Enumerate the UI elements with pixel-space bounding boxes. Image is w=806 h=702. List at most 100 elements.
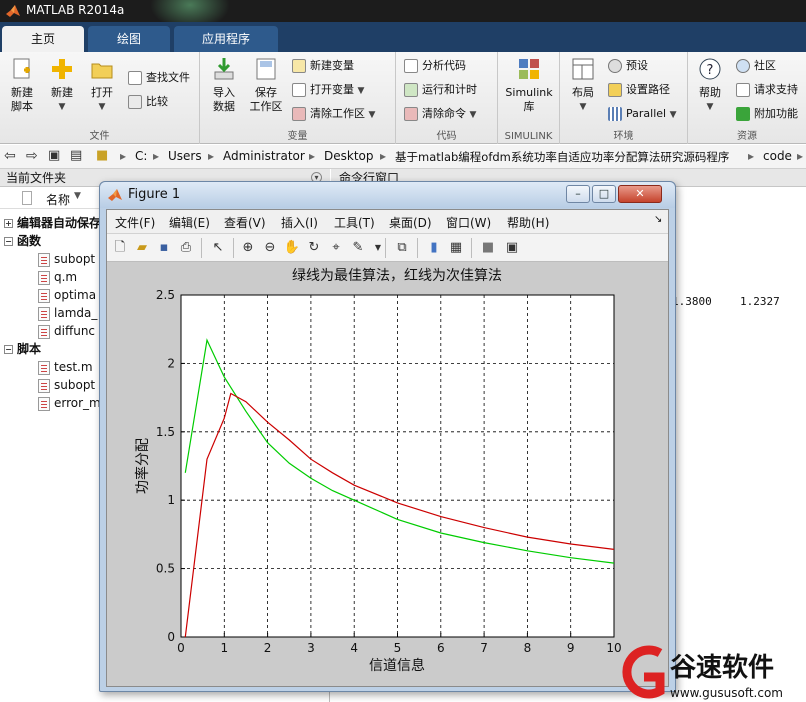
save-icon[interactable]: ▪	[155, 239, 173, 257]
browse-folder-icon[interactable]: ▤	[70, 148, 82, 163]
parallel-button[interactable]: Parallel ▼	[608, 104, 677, 124]
file-column-icon	[22, 191, 32, 205]
minimize-button[interactable]: –	[566, 185, 590, 203]
import-data-button[interactable]: 导入 数据	[206, 56, 242, 114]
new-variable-button[interactable]: 新建变量	[292, 56, 354, 76]
clear-workspace-button[interactable]: 清除工作区 ▼	[292, 104, 375, 124]
hide-plot-tools-icon[interactable]: ■	[479, 239, 497, 257]
rotate-3d-icon[interactable]: ↻	[305, 239, 323, 257]
section-autosave[interactable]: + 编辑器自动保存	[4, 214, 101, 232]
gear-icon	[608, 59, 622, 73]
tab-home[interactable]: 主页	[2, 26, 84, 52]
run-and-time-button[interactable]: 运行和计时	[404, 80, 477, 100]
preferences-label: 预设	[626, 59, 648, 72]
new-script-button[interactable]: 新建 脚本	[4, 56, 40, 114]
chevron-down-icon: ▼	[669, 110, 677, 120]
collapse-icon[interactable]: −	[4, 345, 13, 354]
show-plot-tools-icon[interactable]: ▣	[503, 239, 521, 257]
up-folder-icon[interactable]: ▣	[48, 148, 60, 163]
set-path-button[interactable]: 设置路径	[608, 80, 670, 100]
zoom-in-icon[interactable]: ⊕	[239, 239, 257, 257]
list-item[interactable]: error_m	[38, 394, 101, 412]
crumb-separator: ▸	[208, 149, 215, 163]
link-plot-icon[interactable]: ⧉	[393, 239, 411, 257]
layout-button[interactable]: 布局 ▼	[564, 56, 602, 114]
list-item[interactable]: subopt	[38, 376, 95, 394]
community-button[interactable]: 社区	[736, 56, 776, 76]
tab-plots[interactable]: 绘图	[88, 26, 170, 52]
menu-edit[interactable]: 编辑(E)	[169, 214, 210, 231]
import-data-label: 导入 数据	[213, 86, 235, 113]
breadcrumb-administrator[interactable]: Administrator	[223, 149, 305, 163]
brush-icon[interactable]: ✎	[349, 239, 367, 257]
list-item[interactable]: test.m	[38, 358, 93, 376]
preferences-button[interactable]: 预设	[608, 56, 648, 76]
pan-hand-icon[interactable]: ✋	[283, 239, 301, 257]
breadcrumb-desktop[interactable]: Desktop	[324, 149, 374, 163]
menu-help[interactable]: 帮助(H)	[507, 214, 549, 231]
section-functions[interactable]: − 函数	[4, 232, 41, 250]
menu-file[interactable]: 文件(F)	[115, 214, 155, 231]
watermark-brand: 谷速软件	[670, 653, 774, 683]
file-name: test.m	[54, 360, 93, 374]
dock-arrow-icon[interactable]: ↘	[654, 214, 662, 225]
list-item[interactable]: lamda_	[38, 304, 97, 322]
ribbon-group-file: 新建 脚本 新建 ▼ 打开 ▼ 查找文件 比较 文件	[0, 52, 200, 144]
menu-tools[interactable]: 工具(T)	[334, 214, 375, 231]
open-file-icon[interactable]: ▰	[133, 239, 151, 257]
request-support-button[interactable]: 请求支持	[736, 80, 798, 100]
list-item[interactable]: q.m	[38, 268, 77, 286]
expand-icon[interactable]: +	[4, 219, 13, 228]
compare-label: 比较	[146, 95, 168, 108]
print-icon[interactable]: ⎙	[177, 239, 195, 257]
zoom-out-icon[interactable]: ⊖	[261, 239, 279, 257]
forward-arrow-icon[interactable]: ⇨	[26, 148, 38, 164]
breadcrumb-code[interactable]: code	[763, 149, 792, 163]
colorbar-icon[interactable]: ▮	[425, 239, 443, 257]
close-button[interactable]: ✕	[618, 185, 662, 203]
save-workspace-button[interactable]: 保存 工作区	[246, 56, 286, 114]
analyze-code-button[interactable]: 分析代码	[404, 56, 466, 76]
menu-insert[interactable]: 插入(I)	[281, 214, 318, 231]
run-and-time-icon	[404, 83, 418, 97]
back-arrow-icon[interactable]: ⇦	[4, 148, 16, 164]
menu-view[interactable]: 查看(V)	[224, 214, 266, 231]
save-workspace-label: 保存 工作区	[249, 86, 283, 113]
x-tick-label: 1	[220, 641, 228, 655]
new-button[interactable]: 新建 ▼	[44, 56, 80, 114]
chevron-down-icon: ▼	[58, 102, 66, 112]
list-item[interactable]: diffunc	[38, 322, 95, 340]
breadcrumb-project[interactable]: 基于matlab编程ofdm系统功率自适应功率分配算法研究源码程序	[395, 149, 729, 165]
menu-desktop[interactable]: 桌面(D)	[389, 214, 432, 231]
figure-window[interactable]: Figure 1 – □ ✕ 文件(F) 编辑(E) 查看(V) 插入(I) 工…	[99, 181, 676, 692]
clear-commands-button[interactable]: 清除命令 ▼	[404, 104, 476, 124]
menu-window[interactable]: 窗口(W)	[446, 214, 491, 231]
section-scripts[interactable]: − 脚本	[4, 340, 41, 358]
compare-button[interactable]: 比较	[128, 92, 168, 112]
file-name: lamda_	[54, 306, 98, 320]
maximize-button[interactable]: □	[592, 185, 616, 203]
figure-title-bar[interactable]: Figure 1 – □ ✕	[100, 182, 675, 208]
function-file-icon	[38, 288, 50, 303]
new-figure-icon[interactable]: 🗋	[111, 239, 129, 257]
x-tick-label: 6	[437, 641, 445, 655]
pointer-icon[interactable]: ↖	[209, 239, 227, 257]
y-tick-label: 0.5	[156, 562, 175, 576]
watermark-url: www.gususoft.com	[670, 686, 783, 700]
help-button[interactable]: ? 帮助 ▼	[692, 56, 728, 114]
legend-icon[interactable]: ▦	[447, 239, 465, 257]
collapse-icon[interactable]: −	[4, 237, 13, 246]
addons-button[interactable]: 附加功能	[736, 104, 798, 124]
list-item[interactable]: optima	[38, 286, 96, 304]
plot-canvas[interactable]: 绿线为最佳算法，红线为次佳算法 0 1 2 3 4 5 6 7 8 9 1000.511.522.5…	[107, 262, 668, 686]
open-variable-button[interactable]: 打开变量 ▼	[292, 80, 364, 100]
chevron-down-icon: ▼	[98, 102, 106, 112]
find-files-button[interactable]: 查找文件	[128, 68, 190, 88]
breadcrumb-c[interactable]: C:	[135, 149, 147, 163]
data-cursor-icon[interactable]: ⌖	[327, 239, 345, 257]
tab-apps[interactable]: 应用程序	[174, 26, 278, 52]
open-button[interactable]: 打开 ▼	[84, 56, 120, 114]
list-item[interactable]: subopt	[38, 250, 95, 268]
simulink-library-button[interactable]: Simulink 库	[502, 56, 556, 114]
breadcrumb-users[interactable]: Users	[168, 149, 202, 163]
